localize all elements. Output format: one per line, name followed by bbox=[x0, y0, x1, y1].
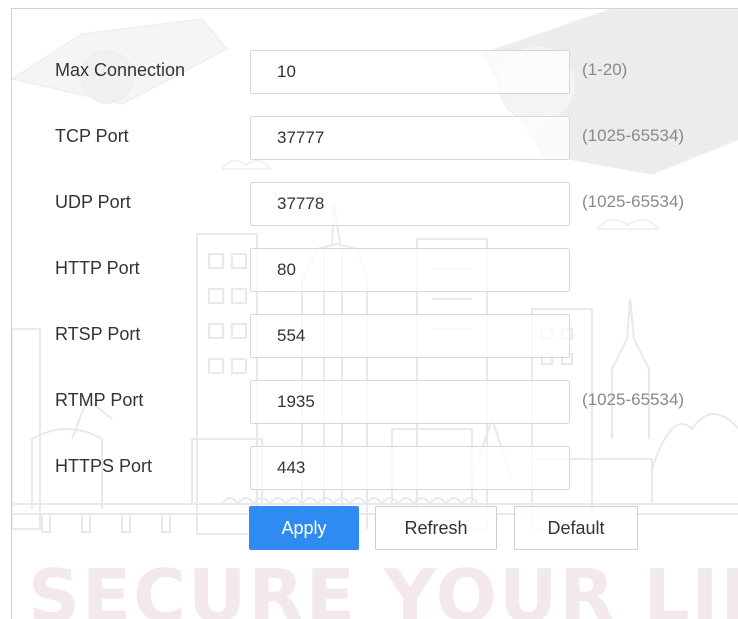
form-row-max-connection: Max Connection (1-20) bbox=[12, 50, 738, 94]
form-row-rtmp-port: RTMP Port (1025-65534) bbox=[12, 380, 738, 424]
tcp-port-label: TCP Port bbox=[55, 126, 129, 146]
tcp-port-input[interactable] bbox=[250, 116, 570, 160]
rtsp-port-label: RTSP Port bbox=[55, 324, 141, 344]
form-row-http-port: HTTP Port bbox=[12, 248, 738, 292]
rtsp-port-input[interactable] bbox=[250, 314, 570, 358]
http-port-input[interactable] bbox=[250, 248, 570, 292]
max-connection-input[interactable] bbox=[250, 50, 570, 94]
https-port-label: HTTPS Port bbox=[55, 456, 153, 476]
watermark-text: SECURE YOUR LIFE bbox=[28, 554, 738, 619]
apply-button[interactable]: Apply bbox=[249, 506, 359, 550]
max-connection-range-hint: (1-20) bbox=[582, 60, 628, 79]
udp-port-input[interactable] bbox=[250, 182, 570, 226]
udp-port-range-hint: (1025-65534) bbox=[582, 192, 685, 211]
form-row-udp-port: UDP Port (1025-65534) bbox=[12, 182, 738, 226]
rtmp-port-range-hint: (1025-65534) bbox=[582, 390, 685, 409]
network-port-settings-panel: SECURE YOUR LIFE Max Connection (1-20) T… bbox=[11, 8, 738, 619]
default-button[interactable]: Default bbox=[514, 506, 638, 550]
tcp-port-range-hint: (1025-65534) bbox=[582, 126, 685, 145]
rtmp-port-label: RTMP Port bbox=[55, 390, 144, 410]
form-row-https-port: HTTPS Port bbox=[12, 446, 738, 490]
max-connection-label: Max Connection bbox=[55, 60, 186, 80]
udp-port-label: UDP Port bbox=[55, 192, 131, 212]
form-row-tcp-port: TCP Port (1025-65534) bbox=[12, 116, 738, 160]
rtmp-port-input[interactable] bbox=[250, 380, 570, 424]
form-row-rtsp-port: RTSP Port bbox=[12, 314, 738, 358]
http-port-label: HTTP Port bbox=[55, 258, 140, 278]
https-port-input[interactable] bbox=[250, 446, 570, 490]
refresh-button[interactable]: Refresh bbox=[375, 506, 497, 550]
